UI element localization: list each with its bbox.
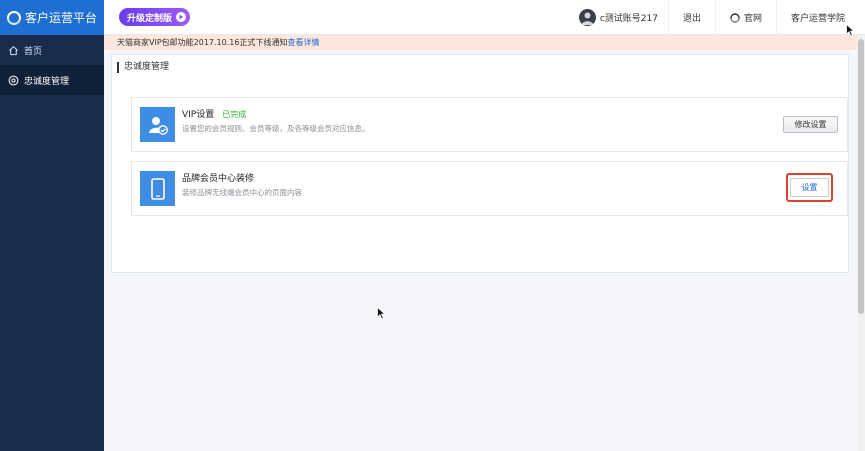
notice-text: 天猫商家VIP包邮功能2017.10.16正式下线通知: [117, 38, 288, 47]
sidebar-item-home[interactable]: 首页: [0, 35, 104, 65]
main-content: 忠诚度管理 VIP设置 已完成 设置您的会员规则、会员等级，及各等级会员对应信息。…: [104, 50, 857, 451]
logo-text: 客户运营平台: [25, 11, 98, 25]
logo[interactable]: 客户运营平台: [0, 0, 104, 35]
scrollbar-thumb[interactable]: [858, 39, 864, 314]
academy-label: 客户运营学院: [790, 14, 845, 24]
sidebar-item-label: 忠诚度管理: [24, 76, 70, 87]
vip-user-icon: [140, 107, 175, 142]
settings-button-highlight: 设置: [786, 173, 833, 202]
card-description: 设置您的会员规则、会员等级，及各等级会员对应信息。: [182, 124, 370, 133]
avatar: [578, 9, 596, 26]
settings-button[interactable]: 设置: [790, 178, 829, 197]
logout-label: 退出: [682, 14, 701, 24]
loyalty-icon: [8, 75, 19, 85]
loyalty-panel: 忠诚度管理 VIP设置 已完成 设置您的会员规则、会员等级，及各等级会员对应信息。…: [111, 54, 849, 273]
notice-bar: 天猫商家VIP包邮功能2017.10.16正式下线通知 查看详情: [104, 35, 857, 50]
upgrade-button[interactable]: 升级定制版: [119, 8, 191, 26]
mouse-cursor-icon: [377, 307, 386, 320]
card-title: VIP设置 已完成: [182, 107, 246, 120]
modify-settings-button[interactable]: 修改设置: [783, 116, 838, 133]
notice-details-link[interactable]: 查看详情: [287, 37, 319, 48]
page-title: 忠诚度管理: [117, 62, 169, 73]
sidebar-item-loyalty[interactable]: 忠诚度管理: [0, 65, 104, 95]
sidebar-item-label: 首页: [24, 46, 43, 57]
scrollbar[interactable]: [857, 35, 865, 451]
upgrade-label: 升级定制版: [127, 13, 173, 24]
logout-link[interactable]: 退出: [669, 0, 715, 35]
account-menu[interactable]: c测试账号217: [569, 0, 668, 35]
mobile-phone-icon: [140, 171, 175, 206]
brand-member-center-card: 品牌会员中心装修 装修品牌无线端会员中心的页面内容 设置: [131, 161, 848, 216]
logo-icon: [7, 10, 21, 25]
home-icon: [9, 45, 18, 55]
topbar: 升级定制版 c测试账号217 退出 官网 客户运营学院: [104, 0, 865, 35]
vip-settings-card: VIP设置 已完成 设置您的会员规则、会员等级，及各等级会员对应信息。 修改设置: [131, 97, 848, 152]
card-title: 品牌会员中心装修: [182, 174, 255, 184]
mouse-cursor-icon: [846, 24, 855, 37]
account-name: c测试账号217: [599, 14, 658, 24]
play-icon: [176, 12, 187, 22]
site-logo-icon: [730, 12, 740, 23]
site-label: 官网: [743, 14, 762, 24]
sidebar: 客户运营平台 首页 忠诚度管理: [0, 0, 104, 451]
card-description: 装修品牌无线端会员中心的页面内容: [182, 188, 302, 197]
vip-title: VIP设置: [182, 110, 215, 120]
status-badge: 已完成: [222, 110, 247, 119]
official-site-link[interactable]: 官网: [716, 0, 776, 35]
